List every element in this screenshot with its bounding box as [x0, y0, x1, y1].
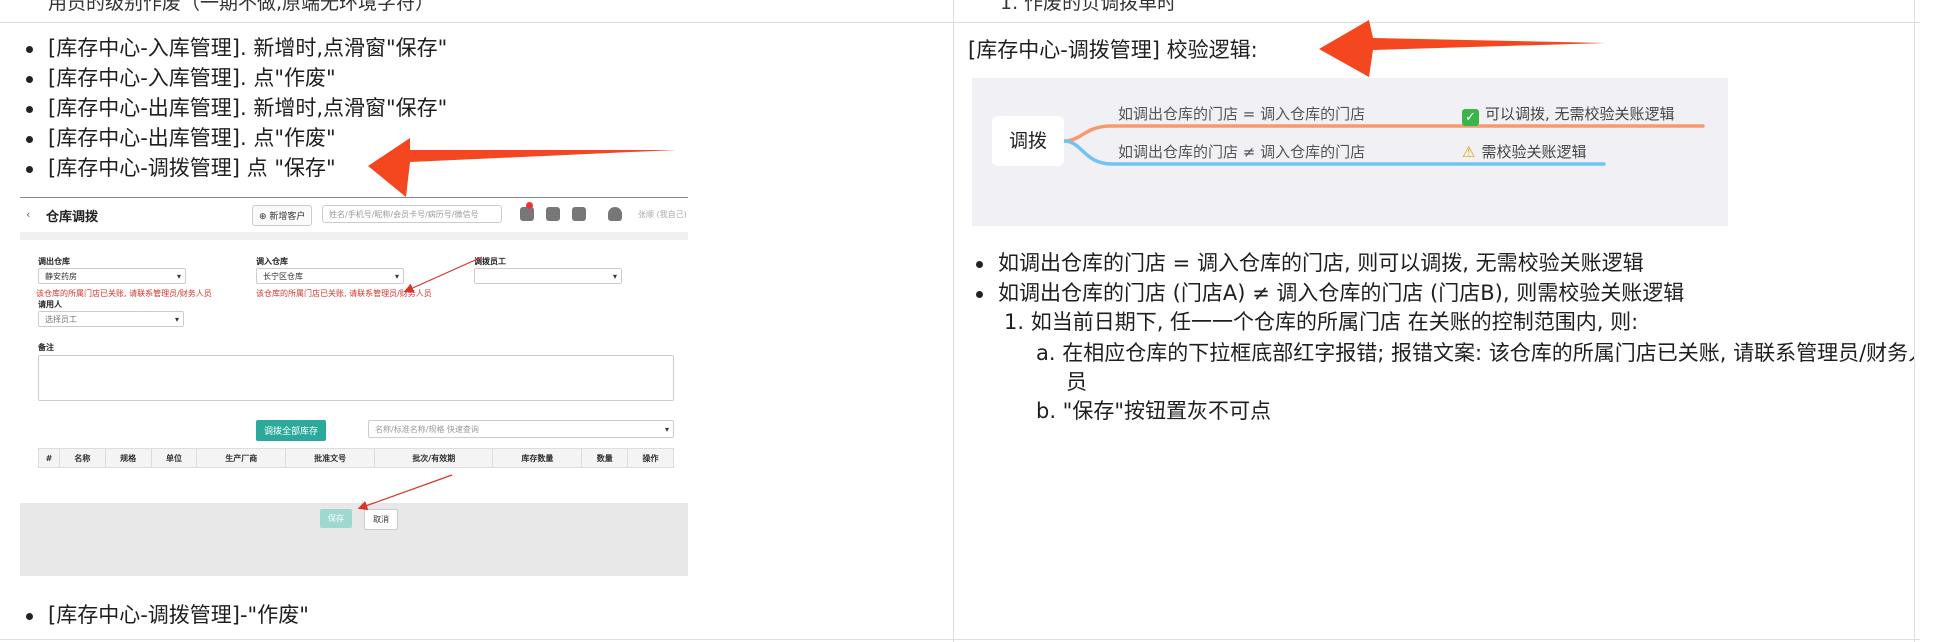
- top-row-left-text: 用员的级别作废（一期不做,原端无环境字符）: [48, 0, 435, 14]
- list-item: [库存中心-调拨管理] 点 "保存": [20, 153, 447, 183]
- right-bullet-list: 如调出仓库的门店 = 调入仓库的门店, 则可以调拨, 无需校验关账逻辑 如调出仓…: [970, 248, 1684, 308]
- result-not-equal-text: 需校验关账逻辑: [1481, 143, 1587, 161]
- list-item: [库存中心-出库管理]. 点"作废": [20, 123, 447, 153]
- row-divider-top: [0, 22, 1920, 23]
- callout-arrow-title: [1319, 20, 1606, 77]
- list-item: 如调出仓库的门店 (门店A) ≠ 调入仓库的门店 (门店B), 则需校验关账逻辑: [970, 278, 1684, 308]
- top-row-right-text: 1. 作废的负调拨单时: [1000, 0, 1177, 14]
- validation-title: [库存中心-调拨管理] 校验逻辑:: [968, 38, 1258, 62]
- list-item: [库存中心-入库管理]. 新增时,点滑窗"保存": [20, 33, 447, 63]
- left-bullet-list: [库存中心-入库管理]. 新增时,点滑窗"保存" [库存中心-入库管理]. 点"…: [20, 33, 447, 183]
- branch-line-equal: [1062, 124, 1705, 143]
- check-icon: ✓: [1462, 109, 1479, 126]
- column-divider: [953, 0, 954, 642]
- row-divider-bottom: [0, 639, 1920, 640]
- annotation-arrows-inner: [357, 256, 483, 511]
- mindmap-diagram: 调拨 如调出仓库的门店 = 调入仓库的门店 ✓ 可以调拨, 无需校验关账逻辑 如调…: [972, 78, 1728, 226]
- result-equal: ✓ 可以调拨, 无需校验关账逻辑: [1462, 103, 1675, 126]
- branch-label-equal: 如调出仓库的门店 = 调入仓库的门店: [1118, 105, 1366, 123]
- numbered-condition: 1. 如当前日期下, 任一一个仓库的所属门店 在关账的控制范围内, 则:: [1004, 308, 1638, 337]
- list-item: [库存中心-调拨管理]-"作废": [20, 600, 309, 630]
- branch-label-not-equal: 如调出仓库的门店 ≠ 调入仓库的门店: [1118, 143, 1366, 161]
- sub-item-b: b. "保存"按钮置灰不可点: [1036, 399, 1271, 423]
- list-item: 如调出仓库的门店 = 调入仓库的门店, 则可以调拨, 无需校验关账逻辑: [970, 248, 1684, 278]
- sub-item-a-cont: 员: [1066, 370, 1087, 394]
- list-item: [库存中心-入库管理]. 点"作废": [20, 63, 447, 93]
- result-not-equal: ⚠ 需校验关账逻辑: [1462, 141, 1586, 162]
- transfer-form-screenshot: ‹ 仓库调拨 ⊕ 新增客户 姓名/手机号/昵称/会员卡号/病历号/微信号 张顺 …: [20, 197, 688, 576]
- table-right-edge: [1914, 0, 1915, 642]
- numbered-item: 1. 如当前日期下, 任一一个仓库的所属门店 在关账的控制范围内, 则:: [1004, 310, 1639, 334]
- arrow-to-error: [403, 256, 483, 293]
- list-item: [库存中心-出库管理]. 新增时,点滑窗"保存": [20, 93, 447, 123]
- warning-icon: ⚠: [1462, 143, 1476, 161]
- arrow-to-save: [357, 474, 453, 511]
- sub-list: a. 在相应仓库的下拉框底部红字报错; 报错文案: 该仓库的所属门店已关账, 请…: [1036, 339, 1914, 426]
- result-equal-text: 可以调拨, 无需校验关账逻辑: [1485, 105, 1675, 123]
- mindmap-root-node: 调拨: [992, 116, 1064, 166]
- left-bottom-bullet: [库存中心-调拨管理]-"作废": [20, 600, 309, 630]
- sub-item-a: a. 在相应仓库的下拉框底部红字报错; 报错文案: 该仓库的所属门店已关账, 请…: [1036, 341, 1914, 365]
